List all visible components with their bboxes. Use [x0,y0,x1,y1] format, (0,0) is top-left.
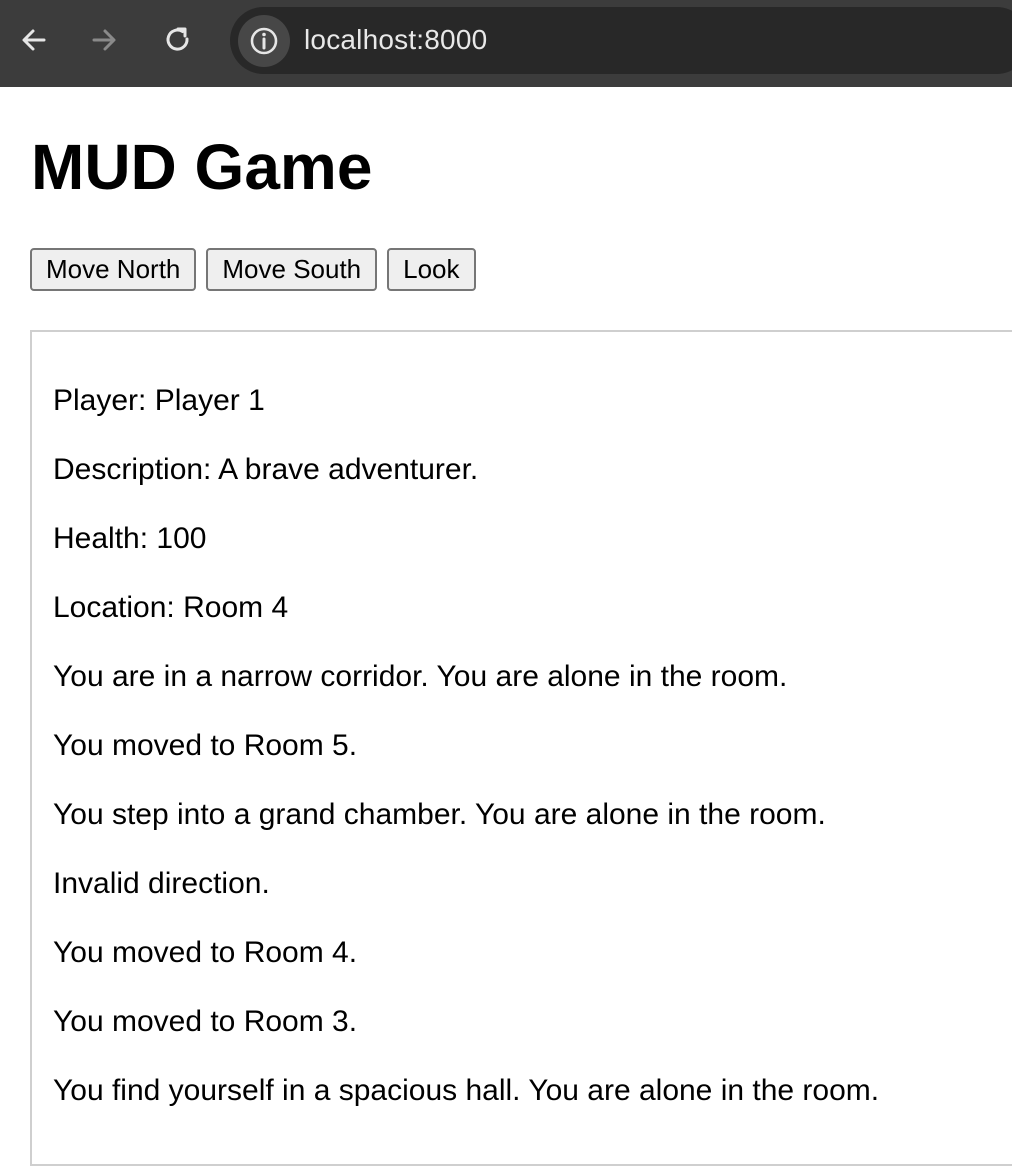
reload-icon [166,27,189,51]
log-message: You find yourself in a spacious hall. Yo… [53,1074,880,1107]
log-message: You are in a narrow corridor. You are al… [53,660,788,693]
player-location-line: Location: Room 4 [53,591,289,624]
site-info-button[interactable] [238,15,290,67]
log-message: You moved to Room 3. [53,1005,358,1038]
player-health-line: Health: 100 [53,522,207,555]
address-bar[interactable]: localhost:8000 [230,7,1012,74]
arrow-right-icon [92,29,116,51]
log-message: You moved to Room 5. [53,729,358,762]
reload-button[interactable] [158,20,198,60]
look-button[interactable]: Look [387,248,476,291]
log-message: Invalid direction. [53,867,270,900]
browser-toolbar: localhost:8000 [0,0,1012,87]
info-icon [250,27,278,55]
page-title: MUD Game [31,131,373,203]
arrow-left-icon [22,29,46,51]
forward-button[interactable] [84,20,124,60]
game-log: Player: Player 1 Description: A brave ad… [30,330,1012,1166]
move-north-button[interactable]: Move North [30,248,197,291]
back-button[interactable] [14,20,54,60]
log-message: You moved to Room 4. [53,936,358,969]
page-content: MUD Game Move North Move South Look Play… [0,87,1012,1176]
move-south-button[interactable]: Move South [206,248,378,291]
action-buttons: Move North Move South Look [30,248,476,291]
player-name-line: Player: Player 1 [53,384,265,417]
url-text[interactable]: localhost:8000 [304,24,487,56]
player-description-line: Description: A brave adventurer. [53,453,479,486]
log-message: You step into a grand chamber. You are a… [53,798,826,831]
